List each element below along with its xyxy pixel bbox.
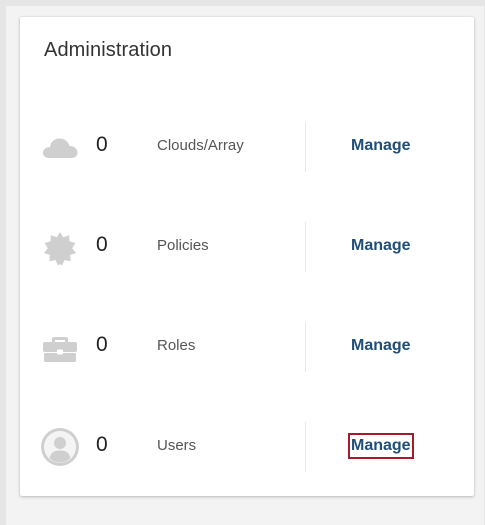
manage-users-link[interactable]: Manage <box>348 433 414 459</box>
roles-label: Roles <box>157 337 196 354</box>
users-label: Users <box>157 437 197 454</box>
cloud-icon <box>40 127 80 167</box>
clouds-count: 0 <box>96 133 108 156</box>
row-divider <box>305 122 306 172</box>
briefcase-icon <box>40 327 80 367</box>
page-background: Administration 0 Clouds/Array Manage 0 P… <box>6 6 484 525</box>
policies-count: 0 <box>96 233 108 256</box>
admin-row-roles: 0 Roles Manage <box>20 322 474 372</box>
row-divider <box>305 222 306 272</box>
policies-label: Policies <box>157 237 209 254</box>
admin-row-policies: 0 Policies Manage <box>20 222 474 272</box>
policy-badge-icon <box>40 227 80 267</box>
clouds-label: Clouds/Array <box>157 137 244 154</box>
admin-row-users: 0 Users Manage <box>20 422 474 472</box>
admin-row-clouds: 0 Clouds/Array Manage <box>20 122 474 172</box>
row-divider <box>305 422 306 472</box>
administration-card: Administration 0 Clouds/Array Manage 0 P… <box>20 17 474 496</box>
user-circle-icon <box>40 427 80 467</box>
roles-count: 0 <box>96 333 108 356</box>
manage-policies-link[interactable]: Manage <box>350 235 412 257</box>
users-count: 0 <box>96 433 108 456</box>
manage-clouds-link[interactable]: Manage <box>350 135 412 157</box>
card-title: Administration <box>44 39 173 61</box>
row-divider <box>305 322 306 372</box>
manage-roles-link[interactable]: Manage <box>350 335 412 357</box>
